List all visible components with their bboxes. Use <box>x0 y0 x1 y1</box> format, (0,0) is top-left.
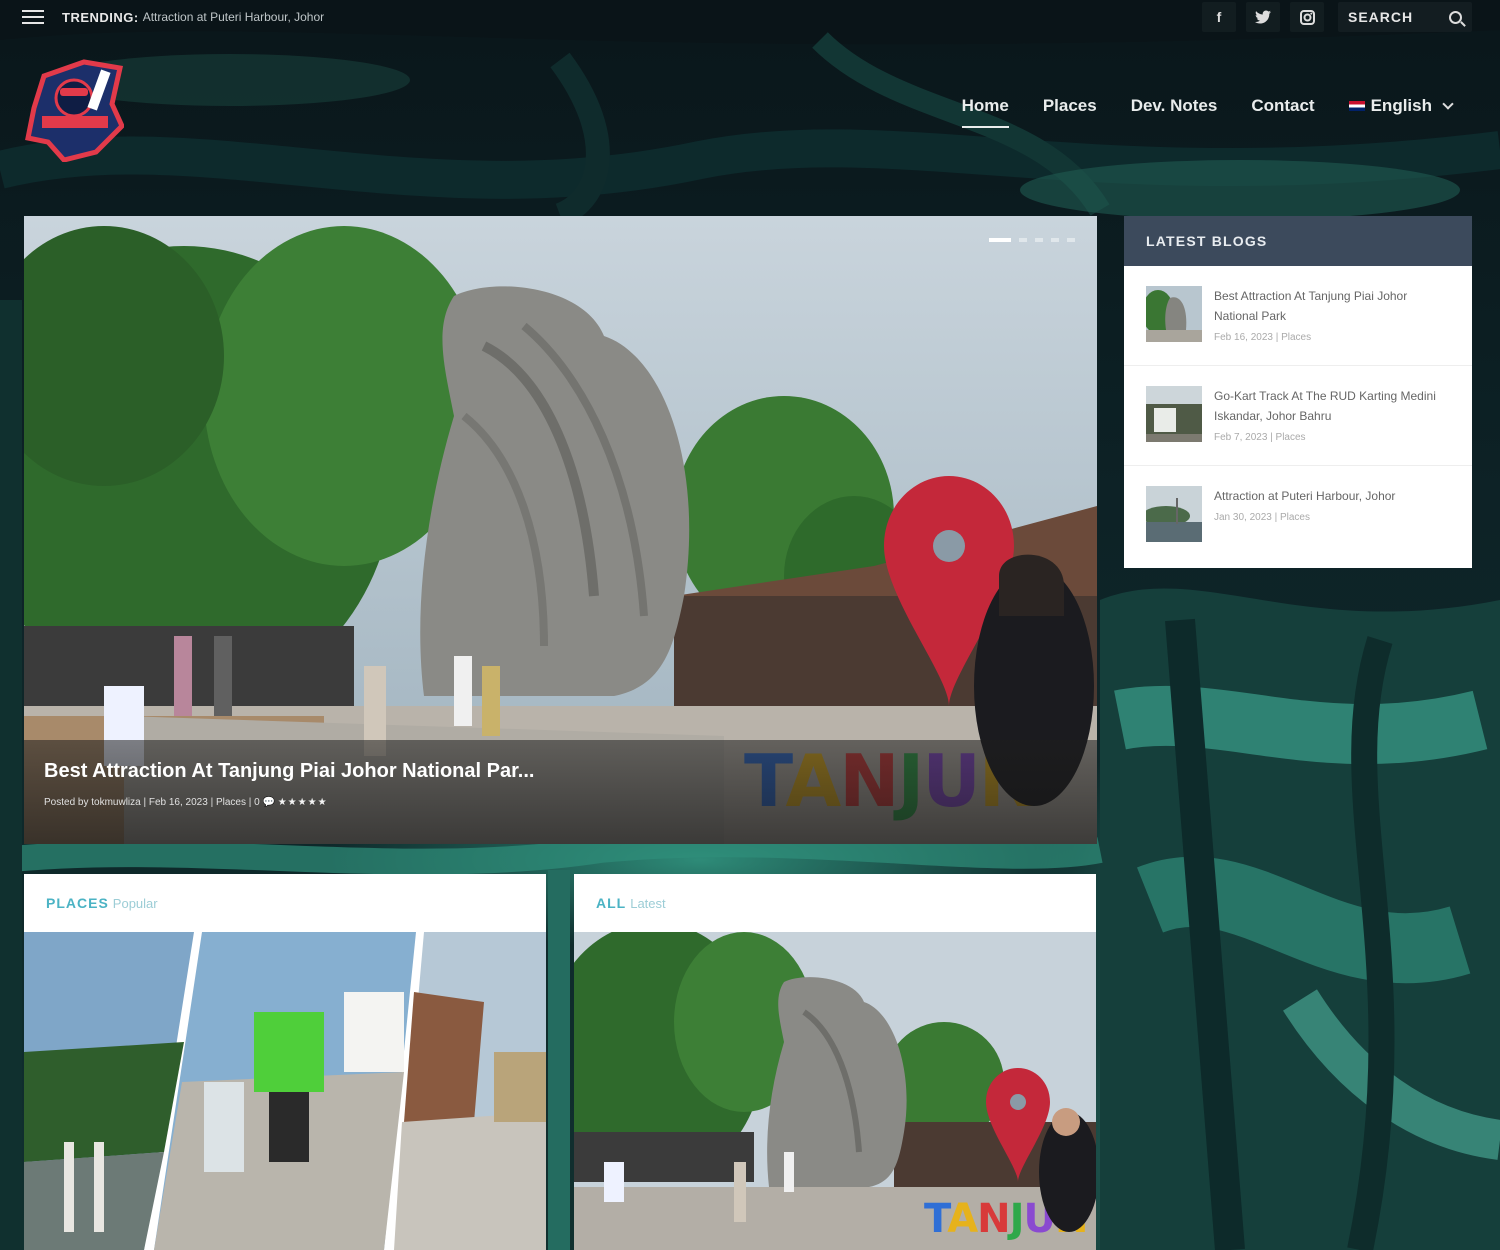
main-nav: Home Places Dev. Notes Contact English <box>961 96 1454 128</box>
slider-dot[interactable] <box>1019 238 1027 242</box>
search-box <box>1338 2 1472 32</box>
slider-dot[interactable] <box>1051 238 1059 242</box>
language-label: English <box>1370 96 1432 115</box>
facebook-icon[interactable]: f <box>1202 2 1236 32</box>
trending-label: TRENDING: <box>62 9 139 25</box>
all-sub: Latest <box>630 895 666 911</box>
hero-meta: Posted by tokmuwliza | Feb 16, 2023 | Pl… <box>44 797 1077 808</box>
all-panel: ALL Latest TANJUN <box>574 874 1096 1250</box>
search-icon[interactable] <box>1449 10 1462 24</box>
blog-meta: Feb 7, 2023 | Places <box>1214 432 1306 443</box>
places-panel: PLACES Popular <box>24 874 546 1250</box>
language-selector[interactable]: English <box>1348 96 1454 124</box>
latest-blogs-heading: LATEST BLOGS <box>1124 216 1472 266</box>
blog-thumbnail[interactable] <box>1146 486 1202 542</box>
places-panel-heading: PLACES Popular <box>24 874 546 932</box>
blog-title[interactable]: Attraction at Puteri Harbour, Johor <box>1214 486 1395 506</box>
places-sub: Popular <box>112 895 158 911</box>
sign-letter: A <box>947 1196 978 1242</box>
hero-caption: Best Attraction At Tanjung Piai Johor Na… <box>24 740 1097 844</box>
chevron-down-icon <box>1442 98 1454 110</box>
nav-dev-notes[interactable]: Dev. Notes <box>1131 96 1218 124</box>
hero-title[interactable]: Best Attraction At Tanjung Piai Johor Na… <box>44 760 1077 783</box>
search-input[interactable] <box>1348 9 1438 25</box>
list-item[interactable]: Best Attraction At Tanjung Piai Johor Na… <box>1124 266 1472 366</box>
instagram-icon[interactable] <box>1290 2 1324 32</box>
all-latest-image[interactable]: TANJUN <box>574 932 1096 1250</box>
blog-meta: Feb 16, 2023 | Places <box>1214 332 1312 343</box>
nav-places[interactable]: Places <box>1043 96 1097 124</box>
menu-hamburger-icon[interactable] <box>22 10 44 24</box>
blog-title[interactable]: Go-Kart Track At The RUD Karting Medini … <box>1214 386 1452 426</box>
blog-title[interactable]: Best Attraction At Tanjung Piai Johor Na… <box>1214 286 1452 326</box>
places-collage-image[interactable] <box>24 932 546 1250</box>
twitter-icon[interactable] <box>1246 2 1280 32</box>
sign-letter: N <box>977 1196 1009 1242</box>
list-item[interactable]: Go-Kart Track At The RUD Karting Medini … <box>1124 366 1472 466</box>
rating-stars: ★★★★★ <box>277 797 328 808</box>
all-label[interactable]: ALL <box>596 895 626 911</box>
comment-icon[interactable]: 💬 <box>262 797 274 808</box>
nav-home[interactable]: Home <box>961 96 1010 128</box>
list-item[interactable]: Attraction at Puteri Harbour, Johor Jan … <box>1124 466 1472 566</box>
trending-link[interactable]: Attraction at Puteri Harbour, Johor <box>143 10 324 24</box>
nav-contact[interactable]: Contact <box>1251 96 1314 124</box>
slider-dot[interactable] <box>1035 238 1043 242</box>
places-label[interactable]: PLACES <box>46 895 109 911</box>
slider-dots[interactable] <box>989 238 1075 242</box>
uk-flag-icon <box>1348 101 1365 111</box>
slider-dot[interactable] <box>989 238 1011 242</box>
blog-thumbnail[interactable] <box>1146 386 1202 442</box>
slider-dot[interactable] <box>1067 238 1075 242</box>
top-bar: TRENDING: Attraction at Puteri Harbour, … <box>0 0 1500 34</box>
site-logo[interactable] <box>24 56 124 162</box>
latest-blogs-widget: LATEST BLOGS Best Attraction At Tanjung … <box>1124 216 1472 568</box>
blog-meta: Jan 30, 2023 | Places <box>1214 512 1310 523</box>
top-right-tools: f <box>1202 0 1472 34</box>
blog-thumbnail[interactable] <box>1146 286 1202 342</box>
hero-slider[interactable]: TANJUN Best Attraction At Tanjung Piai J… <box>24 216 1097 844</box>
hero-meta-text: Posted by tokmuwliza | Feb 16, 2023 | Pl… <box>44 797 260 808</box>
sign-letter: J <box>1007 1196 1024 1242</box>
all-panel-heading: ALL Latest <box>574 874 1096 932</box>
